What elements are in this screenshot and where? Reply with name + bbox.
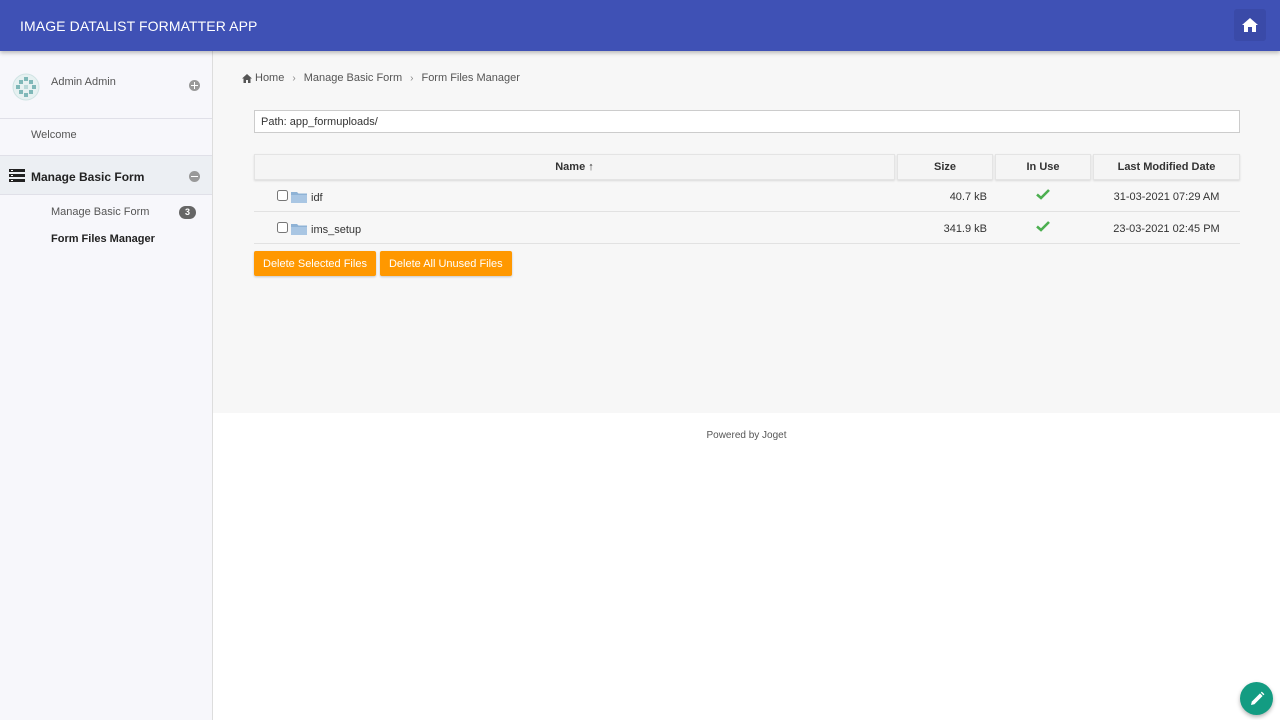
sidebar-item-welcome[interactable]: Welcome — [31, 129, 77, 141]
check-icon — [1036, 189, 1050, 200]
sidebar-group-label: Manage Basic Form — [31, 170, 145, 184]
collapse-minus-icon[interactable] — [189, 171, 200, 182]
file-date: 31-03-2021 07:29 AM — [1113, 191, 1220, 203]
file-size: 341.9 kB — [943, 223, 987, 235]
home-button[interactable] — [1234, 9, 1266, 41]
action-buttons: Delete Selected Files Delete All Unused … — [254, 251, 512, 276]
list-icon — [9, 169, 25, 182]
file-name[interactable]: idf — [311, 192, 323, 204]
folder-icon — [291, 224, 307, 235]
column-header-size[interactable]: Size — [897, 154, 993, 180]
sidebar-group-manage-basic-form[interactable]: Manage Basic Form — [0, 155, 212, 195]
column-header-name[interactable]: Name ↑ — [254, 154, 895, 180]
breadcrumb-home[interactable]: Home — [255, 72, 284, 84]
count-badge: 3 — [179, 206, 196, 219]
sidebar-item-form-files-manager[interactable]: Form Files Manager — [51, 233, 155, 245]
column-header-last-modified[interactable]: Last Modified Date — [1093, 154, 1240, 180]
breadcrumb-manage-basic-form[interactable]: Manage Basic Form — [304, 72, 402, 84]
path-display: Path: app_formuploads/ — [254, 110, 1240, 133]
check-icon — [1036, 221, 1050, 232]
main-content: Home › Manage Basic Form › Form Files Ma… — [213, 51, 1280, 413]
breadcrumb-separator-icon: › — [410, 72, 414, 84]
user-name: Admin Admin — [51, 76, 116, 88]
row-checkbox[interactable] — [277, 190, 288, 201]
top-app-bar: IMAGE DATALIST FORMATTER APP — [0, 0, 1280, 51]
breadcrumb: Home › Manage Basic Form › Form Files Ma… — [242, 72, 520, 84]
delete-all-unused-files-button[interactable]: Delete All Unused Files — [379, 251, 512, 276]
table-header: Name ↑ Size In Use Last Modified Date — [254, 154, 1240, 180]
footer-powered-by: Powered by Joget — [706, 430, 787, 441]
files-table: Name ↑ Size In Use Last Modified Date id… — [254, 154, 1240, 244]
avatar — [12, 73, 40, 101]
breadcrumb-separator-icon: › — [292, 72, 296, 84]
pencil-icon — [1250, 691, 1264, 705]
table-row: ims_setup 341.9 kB 23-03-2021 02:45 PM — [254, 212, 1240, 244]
column-header-in-use[interactable]: In Use — [995, 154, 1091, 180]
edit-fab-button[interactable] — [1240, 682, 1273, 715]
breadcrumb-form-files-manager: Form Files Manager — [421, 72, 520, 84]
expand-plus-icon[interactable] — [189, 80, 200, 91]
file-date: 23-03-2021 02:45 PM — [1113, 223, 1220, 235]
app-title: IMAGE DATALIST FORMATTER APP — [20, 18, 258, 34]
folder-icon — [291, 192, 307, 203]
table-row: idf 40.7 kB 31-03-2021 07:29 AM — [254, 180, 1240, 212]
row-checkbox[interactable] — [277, 222, 288, 233]
sidebar: Admin Admin Welcome Manage Basic Form Ma… — [0, 51, 213, 720]
home-icon — [1242, 18, 1258, 32]
sidebar-item-manage-basic-form[interactable]: Manage Basic Form — [51, 206, 149, 218]
home-icon — [242, 73, 252, 83]
delete-selected-files-button[interactable]: Delete Selected Files — [254, 251, 376, 276]
file-name[interactable]: ims_setup — [311, 224, 361, 236]
file-size: 40.7 kB — [949, 191, 987, 203]
user-profile: Admin Admin — [0, 51, 212, 119]
